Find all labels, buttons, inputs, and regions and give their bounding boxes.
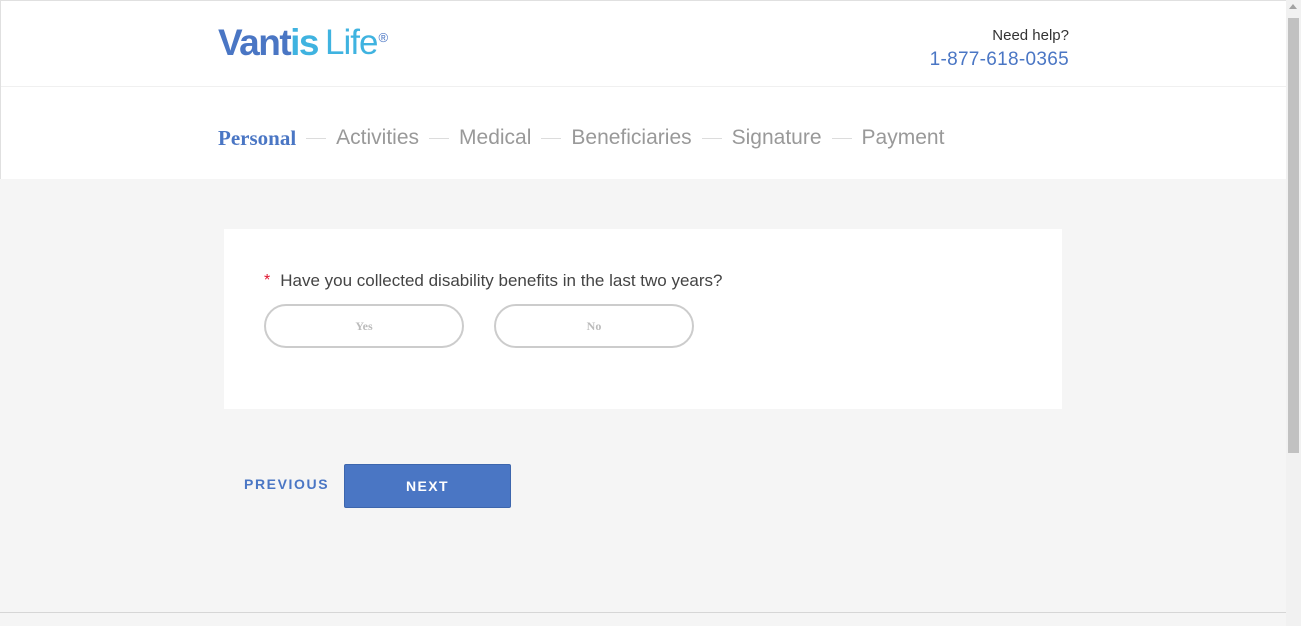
step-payment[interactable]: Payment (862, 123, 945, 153)
yes-button[interactable]: Yes (264, 304, 464, 348)
question-card: * Have you collected disability benefits… (224, 229, 1062, 409)
step-beneficiaries[interactable]: Beneficiaries (571, 123, 691, 153)
help-block: Need help? 1-877-618-0365 (930, 26, 1069, 73)
step-separator (541, 137, 562, 139)
registered-mark: ® (378, 30, 389, 45)
footer-divider (0, 612, 1286, 613)
step-separator (701, 137, 722, 139)
help-label: Need help? (992, 27, 1069, 44)
previous-button[interactable]: PREVIOUS (244, 474, 329, 494)
vertical-scrollbar[interactable] (1286, 0, 1301, 626)
step-separator (306, 137, 327, 139)
logo-text-life: Life (325, 23, 378, 62)
header: Vant is Life ® Need help? 1-877-618-0365 Pe… (0, 0, 1287, 179)
step-activities[interactable]: Activities (336, 123, 419, 153)
vantis-life-logo[interactable]: Vant is Life ® (218, 23, 388, 63)
scroll-up-arrow-icon[interactable] (1289, 4, 1297, 9)
required-asterisk: * (264, 272, 271, 289)
progress-steps: Personal Activities Medical Beneficiarie… (218, 123, 944, 153)
step-signature[interactable]: Signature (732, 123, 822, 153)
logo-text-vant: Vant (218, 22, 292, 63)
step-medical[interactable]: Medical (459, 123, 531, 153)
step-separator (831, 137, 852, 139)
step-personal[interactable]: Personal (218, 123, 296, 153)
header-top (1, 1, 1287, 87)
help-phone-link[interactable]: 1-877-618-0365 (930, 47, 1069, 73)
question: * Have you collected disability benefits… (264, 270, 722, 292)
next-button[interactable]: NEXT (344, 464, 511, 508)
step-separator (429, 137, 450, 139)
logo-text-is: is (290, 22, 319, 63)
question-text: Have you collected disability benefits i… (280, 271, 723, 290)
scrollbar-thumb[interactable] (1288, 18, 1299, 453)
no-button[interactable]: No (494, 304, 694, 348)
